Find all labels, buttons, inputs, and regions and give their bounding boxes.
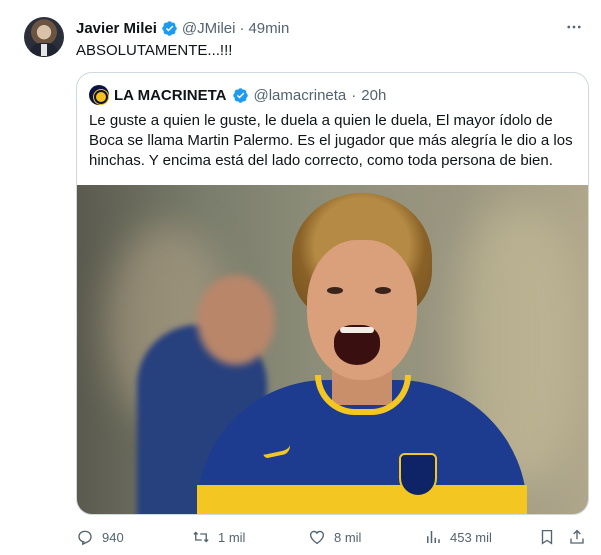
tweet-actions: 940 1 mil 8 mil 453 mil	[76, 525, 589, 549]
verified-icon	[232, 87, 248, 103]
quote-text: Le guste a quien le guste, le duela a qu…	[89, 112, 573, 169]
repost-button[interactable]: 1 mil	[192, 527, 245, 547]
reply-button[interactable]: 940	[76, 527, 124, 547]
quoted-tweet[interactable]: LA MACRINETA @lamacrineta · 20h Le guste…	[76, 72, 589, 515]
views-icon	[427, 531, 440, 543]
quote-timestamp: 20h	[361, 86, 387, 104]
verified-icon	[162, 20, 177, 36]
quote-photo[interactable]	[77, 185, 588, 514]
tweet[interactable]: Javier Milei @JMilei · 49min ABSOLUTAMEN…	[0, 0, 601, 555]
author-handle[interactable]: @JMilei	[182, 20, 236, 37]
like-icon	[309, 530, 325, 545]
separator-dot: ·	[351, 86, 357, 104]
tweet-timestamp[interactable]: 49min	[248, 20, 289, 37]
quote-header: LA MACRINETA @lamacrineta · 20h	[89, 85, 386, 105]
quote-author-name: LA MACRINETA	[114, 86, 227, 104]
reply-count: 940	[102, 529, 124, 545]
quote-author-handle: @lamacrineta	[253, 86, 347, 104]
views-button[interactable]: 453 mil	[424, 527, 492, 547]
more-icon[interactable]	[563, 16, 585, 38]
separator-dot: ·	[239, 19, 245, 37]
author-avatar[interactable]	[24, 17, 64, 57]
share-icon	[570, 529, 584, 544]
bookmark-icon	[541, 529, 553, 545]
reply-icon	[78, 530, 92, 546]
like-count: 8 mil	[334, 529, 362, 545]
quote-author-avatar	[89, 85, 109, 105]
share-button[interactable]	[568, 527, 586, 547]
bookmark-button[interactable]	[538, 527, 556, 547]
repost-icon	[193, 531, 209, 543]
like-button[interactable]: 8 mil	[308, 527, 361, 547]
tweet-header: Javier Milei @JMilei · 49min	[76, 18, 289, 38]
tweet-text: ABSOLUTAMENTE...!!!	[76, 42, 233, 59]
views-count: 453 mil	[450, 529, 492, 545]
author-name[interactable]: Javier Milei	[76, 20, 157, 37]
repost-count: 1 mil	[218, 529, 246, 545]
